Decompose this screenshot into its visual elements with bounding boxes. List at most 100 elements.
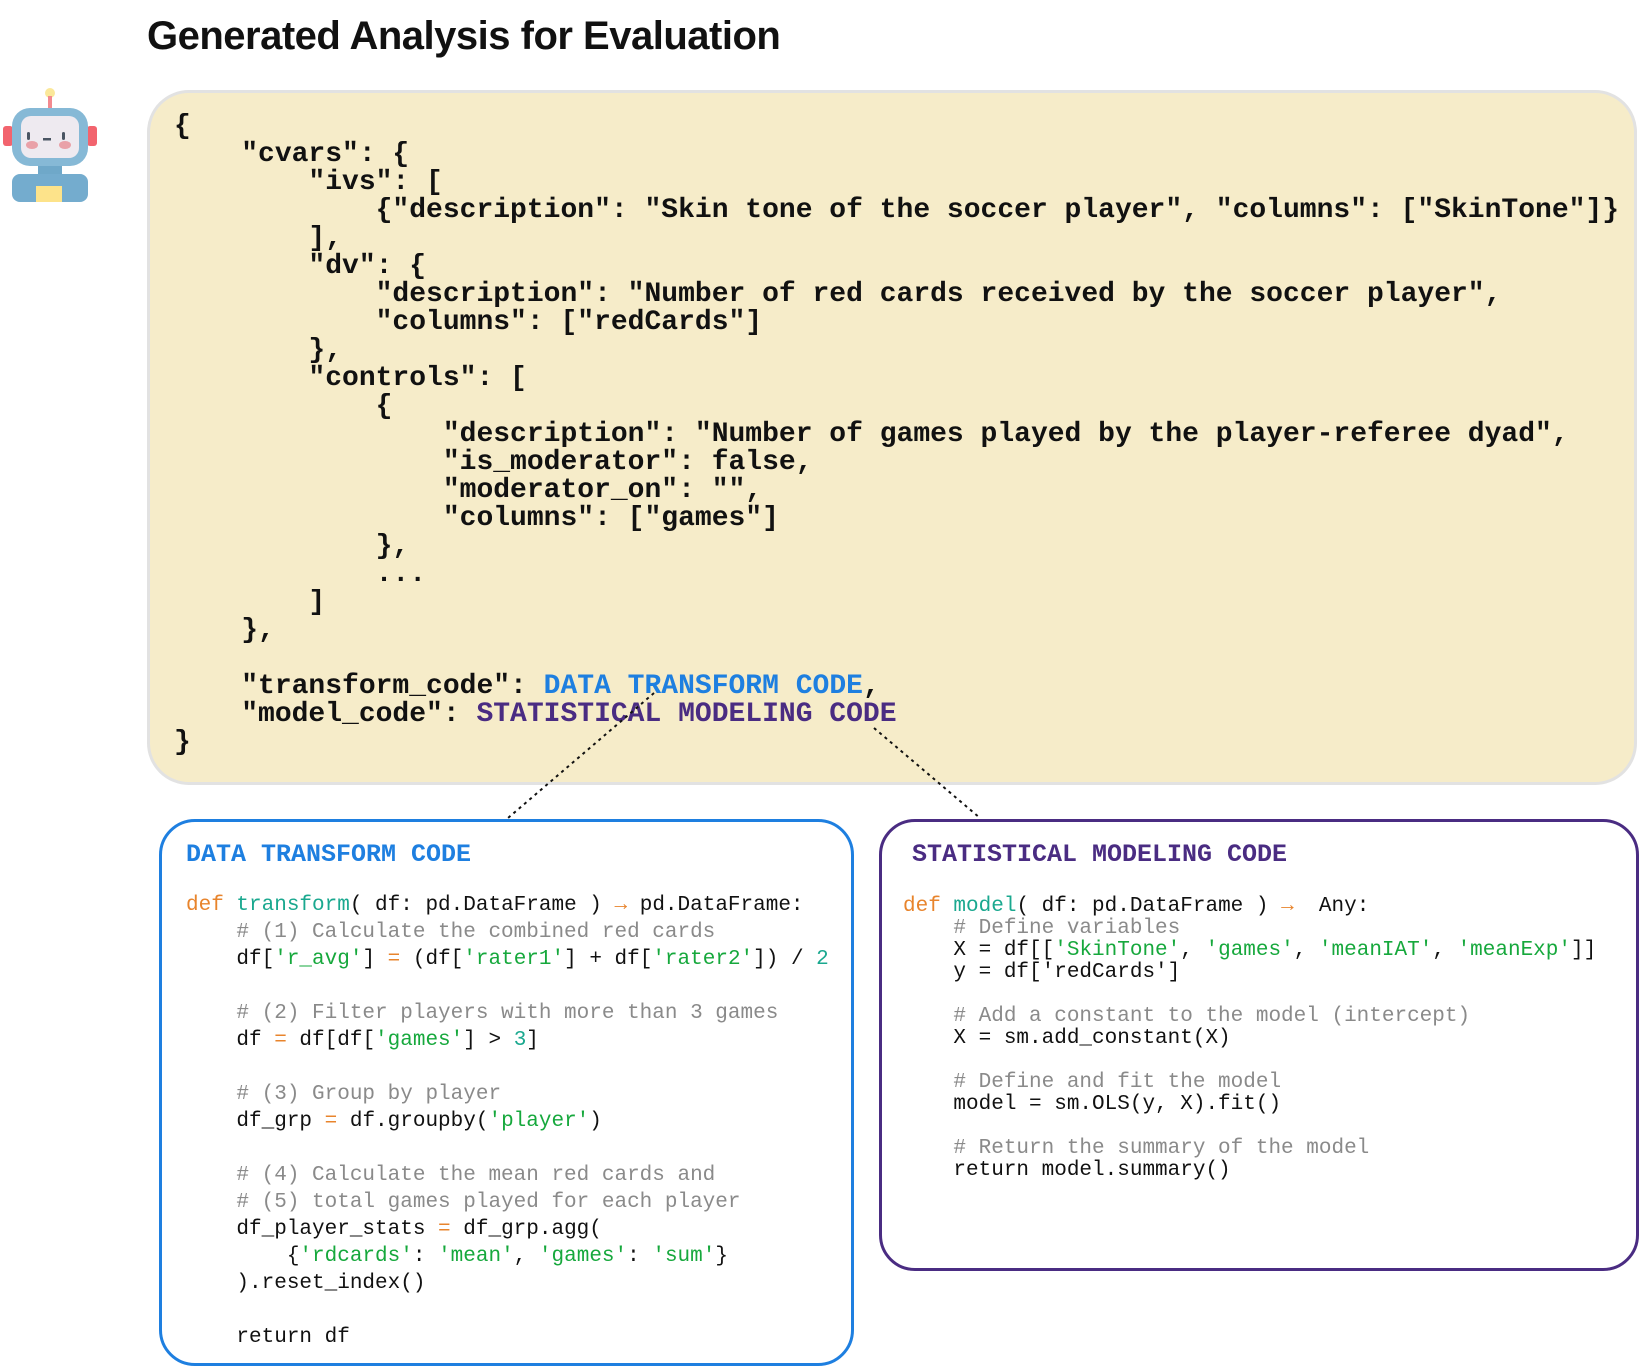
- code-token: ]: [526, 1029, 539, 1052]
- code-line: "description": "Number of games played b…: [174, 421, 1619, 449]
- code-line: # Return the summary of the model: [903, 1138, 1596, 1160]
- code-token: 'meanIAT': [1318, 939, 1433, 962]
- code-line: ​: [174, 645, 1619, 673]
- code-line: ​: [186, 1054, 829, 1081]
- code-line: # (2) Filter players with more than 3 ga…: [186, 1000, 829, 1027]
- code-token: "description": "Number of games played b…: [174, 419, 1569, 450]
- code-token: 'mean': [438, 1245, 514, 1268]
- code-line: },: [174, 533, 1619, 561]
- code-token: 'rdcards': [299, 1245, 413, 1268]
- code-token: def: [186, 894, 237, 917]
- code-line: {'rdcards': 'mean', 'games': 'sum'}: [186, 1243, 829, 1270]
- code-token: },: [174, 531, 410, 562]
- code-token: 'meanExp': [1457, 939, 1571, 962]
- code-line: return df: [186, 1324, 829, 1351]
- code-token: transform: [236, 894, 350, 917]
- code-token: "columns": ["redCards"]: [174, 307, 763, 338]
- code-line: ​: [186, 1297, 829, 1324]
- code-token: }: [174, 727, 191, 758]
- code-token: "description": "Number of red cards rece…: [174, 279, 1502, 310]
- code-line: },: [174, 617, 1619, 645]
- code-token: {: [174, 391, 393, 422]
- code-token: 'rater2': [652, 948, 754, 971]
- code-token: df[: [186, 948, 275, 971]
- code-token: ( df: pd.DataFrame ): [349, 894, 615, 917]
- code-line: # Define variables: [903, 918, 1596, 940]
- code-token: 'player': [488, 1110, 590, 1133]
- code-token: # (3) Group by player: [186, 1083, 502, 1106]
- code-line: "description": "Number of red cards rece…: [174, 281, 1619, 309]
- code-token: 3: [513, 1029, 527, 1052]
- code-token: ]]: [1570, 939, 1597, 962]
- code-line: "columns": ["games"]: [174, 505, 1619, 533]
- model-code-block: def model( df: pd.DataFrame ) → Any: # D…: [903, 896, 1596, 1182]
- code-token: 'games': [1205, 939, 1294, 962]
- code-token: "is_moderator": false,: [174, 447, 813, 478]
- code-line: X = sm.add_constant(X): [903, 1028, 1596, 1050]
- code-line: ​: [903, 1050, 1596, 1072]
- analysis-json-panel: { "cvars": { "ivs": [ {"description": "S…: [147, 90, 1637, 785]
- code-token: 'sum': [652, 1245, 716, 1268]
- code-token: # (5) total games played for each player: [186, 1191, 741, 1214]
- code-token: =: [274, 1029, 287, 1052]
- code-line: }: [174, 729, 1619, 757]
- code-token: {: [174, 111, 191, 142]
- code-token: ,: [1180, 939, 1206, 962]
- code-line: ​: [186, 1135, 829, 1162]
- code-line: "transform_code": DATA TRANSFORM CODE,: [174, 673, 1619, 701]
- code-line: # (5) total games played for each player: [186, 1189, 829, 1216]
- code-token: },: [174, 615, 275, 646]
- code-token: # Define variables: [903, 917, 1181, 940]
- code-token: df[df[: [286, 1029, 376, 1052]
- code-token: "dv": {: [174, 251, 427, 282]
- code-token: :: [627, 1245, 653, 1268]
- code-line: {: [174, 113, 1619, 141]
- code-token: 2: [816, 948, 829, 971]
- code-token: {: [186, 1245, 300, 1268]
- code-token: ]: [362, 948, 388, 971]
- code-token: X = df[[: [903, 939, 1055, 962]
- code-line: ​: [186, 973, 829, 1000]
- code-line: # (1) Calculate the combined red cards: [186, 919, 829, 946]
- code-token: df: [186, 1029, 275, 1052]
- code-token: "cvars": {: [174, 139, 410, 170]
- code-token: df_player_stats: [186, 1218, 439, 1241]
- code-token: →: [614, 894, 628, 917]
- transform-code-box: DATA TRANSFORM CODE def transform( df: p…: [159, 819, 854, 1366]
- code-line: "columns": ["redCards"]: [174, 309, 1619, 337]
- code-token: ).reset_index(): [186, 1272, 426, 1295]
- code-token: 'SkinTone': [1054, 939, 1181, 962]
- code-token: →: [1281, 895, 1294, 918]
- code-line: df['r_avg'] = (df['rater1'] + df['rater2…: [186, 946, 829, 973]
- code-token: ]: [174, 587, 326, 618]
- model-code-box: STATISTICAL MODELING CODE def model( df:…: [879, 819, 1639, 1271]
- transform-code-title: DATA TRANSFORM CODE: [186, 840, 472, 869]
- code-token: 'rater1': [463, 948, 565, 971]
- code-line: ...: [174, 561, 1619, 589]
- code-token: ,: [513, 1245, 539, 1268]
- code-token: ] + df[: [564, 948, 653, 971]
- code-token: ,: [1432, 939, 1458, 962]
- code-line: },: [174, 337, 1619, 365]
- code-token: {"description": "Skin tone of the soccer…: [174, 195, 1620, 226]
- code-token: df.groupby(: [337, 1110, 489, 1133]
- code-token: df_grp.agg(: [450, 1218, 602, 1241]
- code-token: ( df: pd.DataFrame ): [1016, 895, 1282, 918]
- code-token: ],: [174, 223, 343, 254]
- code-token: return df: [186, 1326, 350, 1349]
- code-token: # (4) Calculate the mean red cards and: [186, 1164, 716, 1187]
- code-token: # Add a constant to the model (intercept…: [903, 1005, 1471, 1028]
- model-code-title: STATISTICAL MODELING CODE: [912, 840, 1288, 869]
- code-line: X = df[['SkinTone', 'games', 'meanIAT', …: [903, 940, 1596, 962]
- code-token: ,: [1293, 939, 1319, 962]
- code-token: :: [412, 1245, 439, 1268]
- code-token: "transform_code":: [174, 671, 544, 702]
- code-line: ],: [174, 225, 1619, 253]
- code-token: def: [903, 895, 954, 918]
- code-token: "ivs": [: [174, 167, 443, 198]
- code-line: # (4) Calculate the mean red cards and: [186, 1162, 829, 1189]
- code-line: {"description": "Skin tone of the soccer…: [174, 197, 1619, 225]
- code-token: ,: [862, 671, 880, 702]
- code-line: "is_moderator": false,: [174, 449, 1619, 477]
- code-token: # Define and fit the model: [903, 1071, 1282, 1094]
